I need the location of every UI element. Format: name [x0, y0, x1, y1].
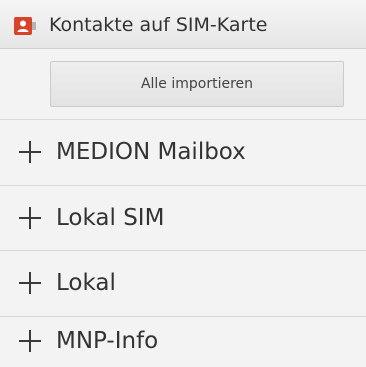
contacts-sim-icon[interactable] — [14, 17, 36, 35]
action-bar: Kontakte auf SIM-Karte — [0, 0, 366, 49]
group-label: Lokal SIM — [56, 205, 165, 231]
group-label: MNP-Info — [56, 328, 159, 354]
import-all-button[interactable]: Alle importieren — [50, 61, 344, 107]
plus-icon — [19, 141, 41, 163]
screen: Kontakte auf SIM-Karte Alle importieren … — [0, 0, 366, 367]
screen-title: Kontakte auf SIM-Karte — [49, 14, 268, 36]
plus-icon — [19, 272, 41, 294]
group-item-medion-mailbox[interactable]: MEDION Mailbox — [0, 120, 366, 186]
group-label: Lokal — [56, 270, 116, 296]
plus-icon — [19, 207, 41, 229]
group-label: MEDION Mailbox — [56, 139, 246, 165]
group-item-mnp-info[interactable]: MNP-Info — [0, 317, 366, 367]
plus-icon — [19, 330, 41, 352]
group-item-lokal[interactable]: Lokal — [0, 251, 366, 317]
group-item-lokal-sim[interactable]: Lokal SIM — [0, 186, 366, 252]
